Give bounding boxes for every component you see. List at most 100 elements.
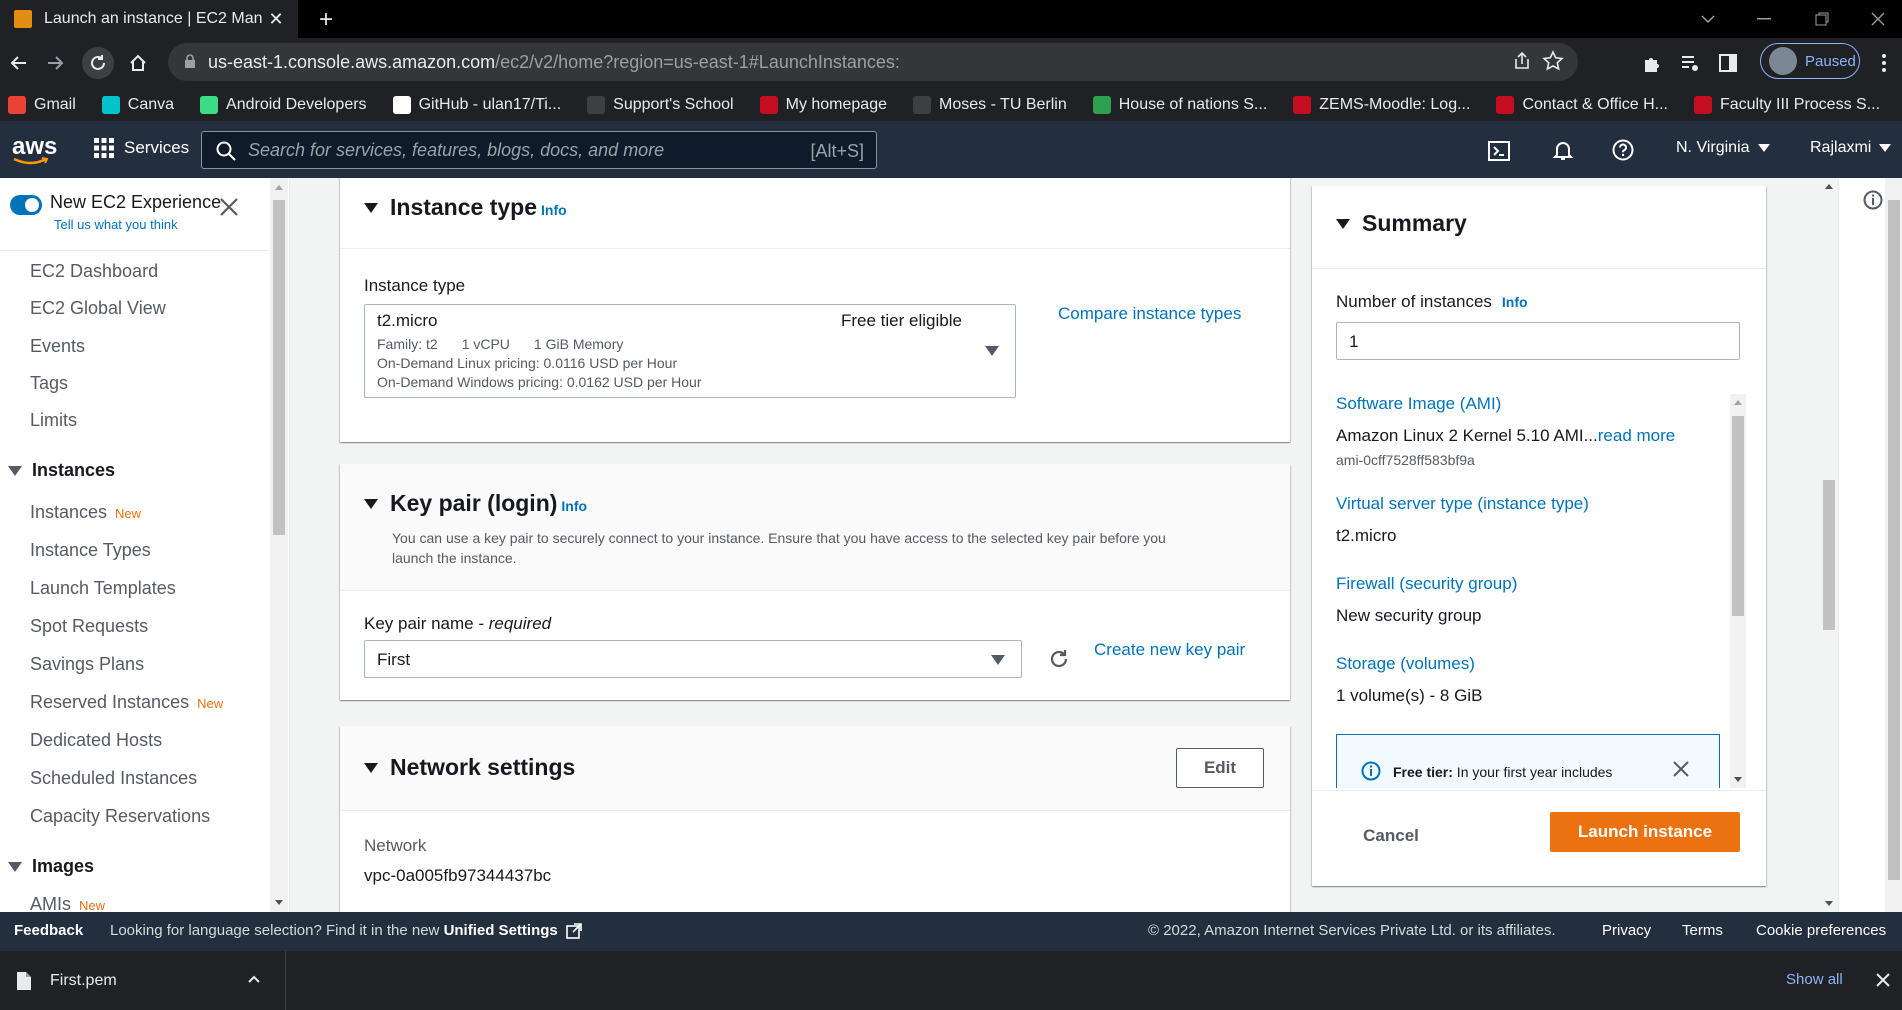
key-pair-select[interactable]: First: [364, 640, 1022, 678]
sidebar-scrollbar[interactable]: [270, 178, 288, 912]
download-item[interactable]: First.pem: [0, 951, 286, 1010]
sidebar-item[interactable]: Launch Templates: [30, 578, 176, 599]
back-icon[interactable]: [2, 47, 34, 79]
bookmark-item[interactable]: Support's School: [587, 95, 734, 114]
aws-logo[interactable]: aws: [12, 133, 57, 165]
services-menu[interactable]: Services: [94, 138, 189, 158]
network-settings-header[interactable]: Network settings: [364, 754, 575, 781]
tab-close-icon[interactable]: ✕: [262, 5, 290, 33]
sidebar-item[interactable]: Savings Plans: [30, 654, 144, 675]
new-experience-toggle[interactable]: [10, 195, 42, 215]
close-downloads-icon[interactable]: [1876, 973, 1890, 987]
address-bar[interactable]: us-east-1.console.aws.amazon.com/ec2/v2/…: [168, 43, 1578, 81]
num-instances-info-link[interactable]: Info: [1502, 294, 1528, 310]
refresh-icon[interactable]: [1048, 648, 1070, 670]
bookmark-item[interactable]: Gmail: [8, 95, 76, 114]
chevron-up-icon[interactable]: [248, 975, 260, 983]
account-menu[interactable]: Rajlaxmi: [1810, 139, 1892, 157]
extensions-icon[interactable]: [1636, 47, 1668, 79]
profile-status: Paused: [1805, 52, 1856, 70]
sidebar-item[interactable]: EC2 Global View: [30, 298, 166, 319]
num-instances-input[interactable]: 1: [1336, 322, 1740, 360]
sidebar-item[interactable]: Instance Types: [30, 540, 151, 561]
instance-type-select[interactable]: t2.micro Free tier eligible Family: t2 1…: [364, 304, 1016, 398]
privacy-link[interactable]: Privacy: [1602, 922, 1651, 939]
sidebar-group-images[interactable]: Images: [8, 856, 94, 877]
restore-icon[interactable]: [1802, 4, 1842, 34]
bookmark-item[interactable]: GitHub - ulan17/Ti...: [392, 95, 561, 114]
info-panel-icon[interactable]: [1863, 190, 1883, 210]
compare-instance-types-link[interactable]: Compare instance types: [1058, 304, 1241, 324]
cookie-preferences-link[interactable]: Cookie preferences: [1756, 922, 1886, 939]
window-close-icon[interactable]: [1858, 4, 1898, 34]
read-more-link[interactable]: read more: [1598, 426, 1675, 445]
bookmark-star-icon[interactable]: [1542, 50, 1564, 72]
sidebar-item[interactable]: Instances New: [30, 502, 141, 523]
sidebar-item[interactable]: Scheduled Instances: [30, 768, 197, 789]
edit-button[interactable]: Edit: [1176, 748, 1264, 788]
region-selector[interactable]: N. Virginia: [1676, 139, 1770, 157]
feedback-button[interactable]: Feedback: [14, 922, 83, 939]
unified-settings-link[interactable]: Unified Settings: [444, 922, 558, 939]
summary-scroll-thumb[interactable]: [1732, 416, 1744, 616]
feedback-link[interactable]: Tell us what you think: [50, 217, 221, 232]
key-pair-info-link[interactable]: Info: [561, 498, 587, 514]
create-new-key-pair-link[interactable]: Create new key pair: [1094, 640, 1245, 660]
reload-icon[interactable]: [82, 47, 114, 79]
main-scroll-thumb[interactable]: [1823, 480, 1835, 630]
instance-type-summary-link[interactable]: Virtual server type (instance type): [1336, 494, 1589, 514]
show-all-button[interactable]: Show all: [1786, 971, 1843, 988]
notifications-bell-icon[interactable]: [1552, 139, 1574, 161]
ami-link[interactable]: Software Image (AMI): [1336, 394, 1501, 414]
storage-link[interactable]: Storage (volumes): [1336, 654, 1475, 674]
bookmark-item[interactable]: Android Developers: [200, 95, 367, 114]
main-scrollbar[interactable]: [1820, 178, 1838, 912]
firewall-link[interactable]: Firewall (security group): [1336, 574, 1517, 594]
bookmark-item[interactable]: Contact & Office H...: [1496, 95, 1668, 114]
sidebar-item[interactable]: Dedicated Hosts: [30, 730, 162, 751]
launch-instance-button[interactable]: Launch instance: [1550, 812, 1740, 852]
home-icon[interactable]: [122, 47, 154, 79]
close-alert-icon[interactable]: [1673, 761, 1689, 777]
cloudshell-icon[interactable]: [1488, 141, 1510, 161]
sidebar-item[interactable]: EC2 Dashboard: [30, 261, 158, 282]
sidebar-item[interactable]: Reserved Instances New: [30, 692, 223, 713]
forward-icon[interactable]: [40, 47, 72, 79]
page-scrollbar[interactable]: [1885, 178, 1902, 912]
bookmark-item[interactable]: Canva: [101, 95, 174, 114]
chrome-menu-icon[interactable]: [1868, 47, 1900, 79]
aws-search-input[interactable]: Search for services, features, blogs, do…: [201, 131, 877, 169]
sidebar-scroll-thumb[interactable]: [273, 200, 285, 535]
browser-tab-active[interactable]: Launch an instance | EC2 Manage ✕: [0, 0, 298, 38]
instance-type-info-link[interactable]: Info: [541, 202, 567, 218]
terms-link[interactable]: Terms: [1682, 922, 1723, 939]
bookmark-item[interactable]: My homepage: [759, 95, 887, 114]
bookmark-item[interactable]: House of nations S...: [1092, 95, 1267, 114]
bookmark-item[interactable]: Faculty III Process S...: [1693, 95, 1880, 114]
media-control-icon[interactable]: [1674, 47, 1706, 79]
sidebar-group-label: Images: [32, 856, 95, 876]
close-sidebar-icon[interactable]: [220, 198, 238, 216]
side-panel-icon[interactable]: [1712, 47, 1744, 79]
cancel-button[interactable]: Cancel: [1336, 816, 1446, 856]
sidebar-group-instances[interactable]: Instances: [8, 460, 115, 481]
minimize-icon[interactable]: [1744, 4, 1784, 34]
key-pair-header[interactable]: Key pair (login) Info: [364, 490, 587, 517]
sidebar-item[interactable]: Limits: [30, 410, 77, 431]
sidebar-item[interactable]: Events: [30, 336, 85, 357]
help-icon[interactable]: [1612, 139, 1634, 161]
sidebar-item[interactable]: Spot Requests: [30, 616, 148, 637]
bookmark-item[interactable]: ZEMS-Moodle: Log...: [1293, 95, 1470, 114]
sidebar-item[interactable]: Capacity Reservations: [30, 806, 210, 827]
profile-button[interactable]: Paused: [1760, 43, 1860, 79]
page-scroll-thumb[interactable]: [1888, 200, 1900, 880]
bookmark-item[interactable]: Moses - TU Berlin: [913, 95, 1067, 114]
share-icon[interactable]: [1512, 51, 1532, 71]
new-tab-icon[interactable]: +: [312, 6, 340, 34]
network-field-label: Network: [364, 836, 427, 855]
sidebar-item[interactable]: Tags: [30, 373, 68, 394]
tab-search-icon[interactable]: [1688, 4, 1728, 34]
summary-header[interactable]: Summary: [1336, 210, 1467, 237]
instance-type-header[interactable]: Instance type Info: [364, 194, 567, 221]
summary-scrollbar[interactable]: [1730, 394, 1746, 788]
